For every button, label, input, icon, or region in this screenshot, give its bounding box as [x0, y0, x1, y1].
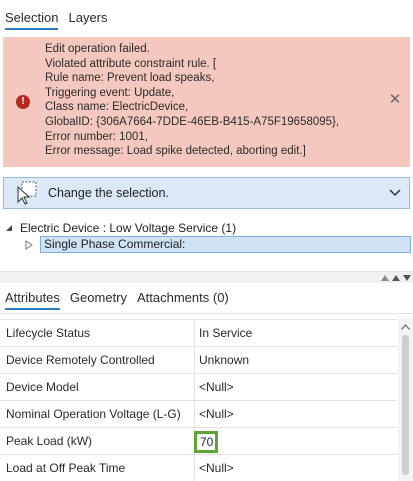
- attribute-name: Nominal Operation Voltage (L-G): [6, 407, 181, 421]
- attribute-name: Peak Load (kW): [6, 434, 93, 448]
- table-row[interactable]: Lifecycle Status In Service: [0, 320, 397, 347]
- error-message-panel: ! Edit operation failed. Violated attrib…: [3, 37, 410, 167]
- attribute-value[interactable]: In Service: [199, 326, 252, 340]
- change-selection-dropdown[interactable]: Change the selection.: [3, 177, 410, 209]
- change-selection-icon: [17, 181, 37, 205]
- expanded-arrow-icon[interactable]: [4, 223, 14, 233]
- chevron-down-icon: [389, 189, 401, 197]
- error-line: Error number: 1001,: [45, 130, 148, 143]
- tab-attributes[interactable]: Attributes: [5, 288, 60, 310]
- top-tab-strip: Selection Layers: [0, 0, 413, 30]
- table-row[interactable]: Device Model <Null>: [0, 374, 397, 401]
- error-line: Error message: Load spike detected, abor…: [45, 145, 306, 158]
- table-row[interactable]: Load at Off Peak Time <Null>: [0, 455, 397, 481]
- error-line: Edit operation failed.: [45, 43, 150, 55]
- column-divider: [194, 374, 195, 400]
- scrollbar-thumb[interactable]: [402, 335, 409, 475]
- tab-selection[interactable]: Selection: [5, 10, 59, 30]
- attribute-value[interactable]: <Null>: [199, 407, 234, 421]
- collapsed-arrow-icon[interactable]: [24, 239, 34, 250]
- column-divider: [194, 455, 195, 481]
- table-row[interactable]: Nominal Operation Voltage (L-G) <Null>: [0, 401, 397, 428]
- table-row[interactable]: Peak Load (kW) 70: [0, 428, 397, 455]
- error-line: Triggering event: Update,: [45, 86, 175, 99]
- error-line: Rule name: Prevent load speaks,: [45, 72, 215, 85]
- tab-geometry[interactable]: Geometry: [70, 288, 127, 310]
- error-icon: !: [16, 95, 30, 109]
- close-icon[interactable]: ✕: [388, 92, 402, 107]
- tree-child-label[interactable]: Single Phase Commercial:: [40, 236, 411, 253]
- error-line: Class name: ElectricDevice,: [45, 101, 189, 114]
- pane-splitter[interactable]: [0, 271, 413, 283]
- tab-layers[interactable]: Layers: [68, 10, 107, 30]
- peak-load-input[interactable]: 70: [194, 431, 218, 453]
- column-divider: [194, 320, 195, 346]
- tree-root-node[interactable]: Electric Device : Low Voltage Service (1…: [4, 219, 236, 236]
- attribute-value[interactable]: Unknown: [199, 353, 249, 367]
- tree-root-label: Electric Device : Low Voltage Service (1…: [20, 220, 237, 235]
- tab-attachments[interactable]: Attachments (0): [137, 288, 229, 310]
- attribute-value[interactable]: <Null>: [199, 461, 234, 475]
- attribute-value[interactable]: <Null>: [199, 380, 234, 394]
- change-selection-label: Change the selection.: [48, 186, 169, 200]
- attribute-name: Device Model: [6, 380, 79, 394]
- attribute-table: Lifecycle Status In Service Device Remot…: [0, 319, 397, 481]
- attribute-name: Load at Off Peak Time: [6, 461, 126, 475]
- attribute-name: Lifecycle Status: [6, 326, 91, 340]
- tree-child-node[interactable]: Single Phase Commercial:: [24, 236, 411, 253]
- scroll-down-icon[interactable]: [403, 275, 411, 281]
- scroll-up-icon[interactable]: [381, 275, 389, 281]
- column-divider: [194, 347, 195, 373]
- scroll-up-icon[interactable]: [392, 275, 400, 281]
- column-divider: [194, 401, 195, 427]
- attribute-tab-strip: Attributes Geometry Attachments (0): [0, 284, 413, 314]
- scroll-up-icon[interactable]: [401, 324, 410, 330]
- vertical-scrollbar[interactable]: [398, 319, 413, 481]
- error-line: Violated attribute constraint rule. [: [45, 57, 217, 70]
- attribute-name: Device Remotely Controlled: [6, 353, 155, 367]
- table-row[interactable]: Device Remotely Controlled Unknown: [0, 347, 397, 374]
- error-message-text: Edit operation failed. Violated attribut…: [45, 42, 385, 159]
- error-line: GlobalID: {306A7664-7DDE-46EB-B415-A75F1…: [45, 115, 340, 128]
